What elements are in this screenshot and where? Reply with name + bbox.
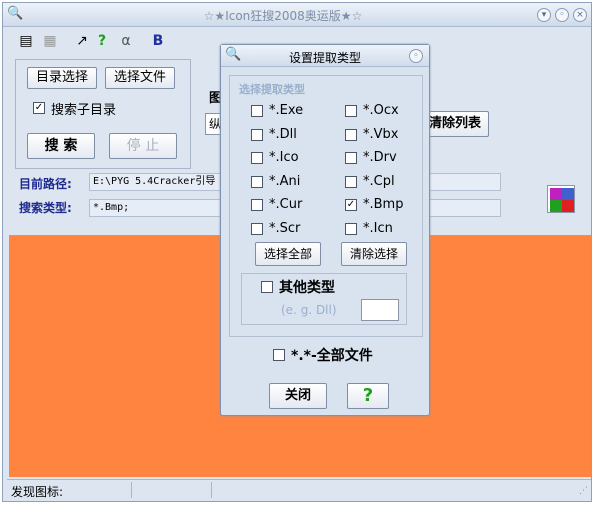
type-checkbox[interactable]: [251, 222, 263, 235]
type-option-label: *.Dll: [269, 126, 297, 142]
grid-icon[interactable]: ▦: [41, 32, 59, 50]
type-checkbox[interactable]: [251, 128, 263, 141]
select-all-button[interactable]: 选择全部: [255, 242, 321, 266]
restore-icon[interactable]: ◦: [555, 8, 569, 22]
clear-select-button[interactable]: 清除选择: [341, 242, 407, 266]
clear-list-button[interactable]: 清除列表: [421, 111, 489, 137]
found-label: 发现图标:: [11, 485, 64, 499]
path-label: 目前路径:: [19, 177, 72, 191]
status-bar: 发现图标: ⋰: [7, 479, 591, 499]
type-checkbox[interactable]: [345, 128, 357, 141]
type-checkbox[interactable]: [251, 152, 263, 164]
type-option-label: *.Vbx: [363, 126, 399, 142]
window-title: ☆★Icon狂搜2008奥运版★☆: [203, 9, 363, 23]
type-option-label: *.Icn: [363, 220, 393, 236]
toolbar: ▤ ▦ ↗ ? α B: [7, 30, 177, 52]
type-option-label: *.Ani: [269, 173, 301, 189]
type-option-label: *.Cur: [269, 197, 303, 212]
other-type-checkbox[interactable]: [261, 281, 273, 293]
type-label: 搜索类型:: [19, 201, 72, 215]
file-select-button[interactable]: 选择文件: [105, 67, 175, 89]
type-checkbox[interactable]: ✓: [345, 199, 357, 211]
color-picker-icon[interactable]: [547, 185, 575, 213]
all-files-checkbox[interactable]: [273, 349, 285, 361]
help-icon[interactable]: ?: [93, 32, 111, 50]
search-button[interactable]: 搜 索: [27, 133, 95, 159]
dialog-close-icon[interactable]: ◦: [409, 49, 423, 63]
other-type-input[interactable]: [361, 299, 399, 321]
type-option-label: *.Scr: [269, 220, 301, 236]
type-option-label: *.Ocx: [363, 103, 399, 118]
type-checkbox[interactable]: [251, 199, 263, 211]
stop-button[interactable]: 停 止: [109, 133, 177, 159]
all-files-label: *.*-全部文件: [291, 348, 373, 364]
close-button[interactable]: 关闭: [269, 383, 327, 409]
type-group-label: 选择提取类型: [237, 81, 307, 97]
alpha-icon[interactable]: α: [117, 32, 135, 50]
type-option-label: *.Exe: [269, 103, 304, 118]
minimize-icon[interactable]: ▾: [537, 8, 551, 22]
extract-type-dialog: 🔍 设置提取类型 ◦ 选择提取类型 选择全部 清除选择 其他类型 (e. g. …: [220, 44, 430, 416]
close-icon[interactable]: ×: [573, 8, 587, 22]
type-checkbox[interactable]: [345, 222, 357, 235]
type-checkbox[interactable]: [345, 152, 357, 164]
type-option-label: *.Cpl: [363, 173, 395, 189]
other-type-hint: (e. g. Dll): [281, 303, 337, 317]
type-checkbox[interactable]: [345, 175, 357, 188]
dir-select-button[interactable]: 目录选择: [27, 67, 97, 89]
status-divider: [211, 482, 212, 498]
dialog-title-bar: 🔍 设置提取类型 ◦: [221, 45, 429, 67]
wand-icon[interactable]: ↗: [73, 32, 91, 50]
type-option-label: *.Drv: [363, 150, 397, 165]
type-checkbox[interactable]: [251, 105, 263, 117]
help-button[interactable]: ?: [347, 383, 389, 409]
type-option-label: *.Bmp: [363, 197, 404, 212]
status-divider: [131, 482, 132, 498]
search-subdir-label: 搜索子目录: [51, 103, 117, 118]
other-type-label: 其他类型: [279, 280, 335, 296]
search-subdir-checkbox[interactable]: ✓: [33, 102, 45, 114]
book-icon[interactable]: ▤: [17, 32, 35, 50]
b-icon[interactable]: B: [149, 32, 167, 50]
dialog-title: 设置提取类型: [288, 51, 361, 65]
title-bar: 🔍 ☆★Icon狂搜2008奥运版★☆ ▾ ◦ ×: [3, 3, 591, 27]
type-option-label: *.Ico: [269, 150, 299, 165]
type-checkbox[interactable]: [251, 175, 263, 188]
resize-grip-icon[interactable]: ⋰: [579, 486, 588, 496]
type-checkbox[interactable]: [345, 105, 357, 117]
